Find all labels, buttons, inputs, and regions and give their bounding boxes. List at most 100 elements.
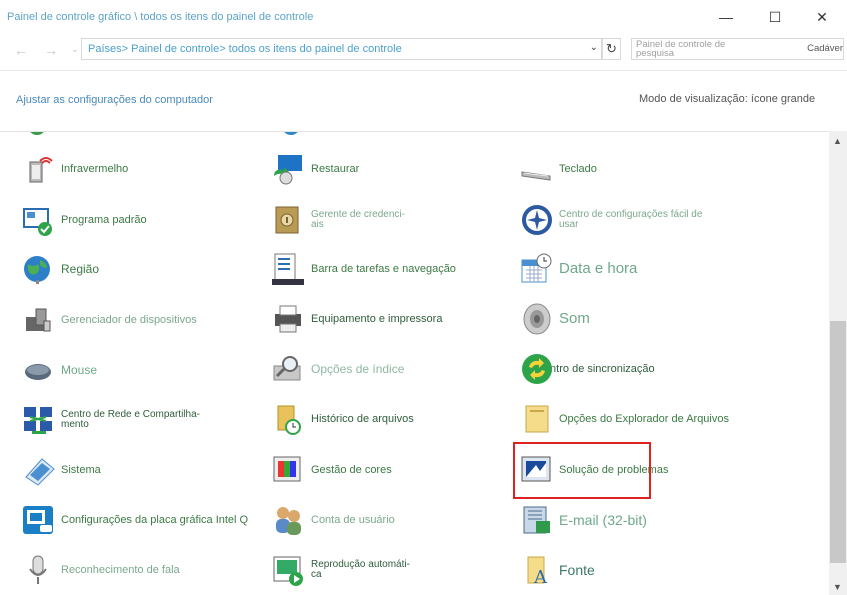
item-mail[interactable]: E-mail (32-bit) — [520, 498, 647, 542]
device-manager-icon — [26, 308, 51, 332]
indexing-icon — [273, 356, 301, 381]
view-mode-selector[interactable]: Modo de visualização: ícone grande — [639, 93, 815, 105]
item-file-history[interactable]: Histórico de arquivos — [272, 397, 414, 441]
back-arrow-icon[interactable]: ← — [14, 42, 28, 58]
close-button[interactable]: ✕ — [799, 0, 845, 34]
item-speech-recognition[interactable]: Reconhecimento de fala — [22, 548, 180, 592]
selection-highlight — [513, 442, 651, 499]
breadcrumb-item[interactable]: Países — [88, 43, 122, 55]
item-user-accounts[interactable]: Conta de usuário — [272, 498, 395, 542]
item-keyboard[interactable]: Teclado — [520, 147, 597, 191]
item-credential-manager[interactable]: Gerente de credenci- ais — [272, 198, 405, 242]
maximize-button[interactable]: ☐ — [752, 0, 798, 34]
item-label: Programa padrão — [61, 214, 147, 226]
speaker-icon — [523, 303, 551, 335]
item-label: Som — [559, 310, 590, 327]
item-label: Centro de configurações fácil de usar — [559, 209, 703, 230]
view-mode-label: Modo de visualização: — [639, 93, 748, 105]
ease-of-access-icon — [522, 205, 552, 235]
page-header: Ajustar as configurações do computador M… — [0, 71, 847, 131]
search-button[interactable]: Cadáver — [807, 43, 843, 54]
svg-text:A: A — [533, 567, 548, 587]
recent-locations-icon[interactable]: ⌄ — [71, 44, 79, 55]
window-title: Painel de controle gráfico \ todos os it… — [7, 11, 314, 23]
navigation-bar: ← → ⌄ Países> Painel de controle> todos … — [0, 34, 847, 68]
item-label: Opções do Explorador de Arquivos — [559, 413, 729, 425]
color-management-icon — [273, 456, 301, 482]
item-label: Barra de tarefas e navegação — [311, 263, 456, 275]
page-title: Ajustar as configurações do computador — [16, 94, 213, 106]
item-label: Sistema — [61, 464, 101, 476]
search-input[interactable]: Painel de controle de pesquisa Cadáver — [631, 38, 844, 60]
partial-icon — [530, 131, 552, 136]
item-region[interactable]: Região — [22, 247, 99, 291]
breadcrumb-item[interactable]: todos os itens do painel de controle — [229, 43, 402, 55]
item-system[interactable]: Sistema — [22, 448, 101, 492]
item-sound[interactable]: Som — [520, 297, 590, 341]
item-default-programs[interactable]: Programa padrão — [22, 198, 147, 242]
item-label: Configurações da placa gráfica Intel Q — [61, 514, 249, 526]
item-indexing-options[interactable]: Opções de índice — [272, 347, 404, 391]
minimize-button[interactable]: — — [703, 0, 749, 34]
item-infrared[interactable]: Infravermelho — [22, 147, 128, 191]
item-mouse[interactable]: Mouse — [22, 348, 97, 392]
item-ease-of-access[interactable]: Centro de configurações fácil de usar — [520, 198, 702, 242]
item-sync-center[interactable]: Centro de sincronização — [520, 347, 655, 391]
item-network-center[interactable]: Centro de Rede e Compartilha- mento — [22, 398, 200, 442]
partial-icon — [284, 132, 298, 135]
scroll-up-arrow-icon[interactable]: ▲ — [833, 136, 842, 146]
item-label: Opções de índice — [311, 362, 405, 376]
calendar-clock-icon — [521, 253, 552, 283]
view-mode-value[interactable]: ícone grande — [751, 93, 815, 105]
refresh-button[interactable]: ↻ — [602, 38, 621, 60]
vertical-scrollbar[interactable]: ▲ ▼ — [829, 131, 847, 595]
item-label: Gerente de credenci- ais — [311, 209, 405, 230]
item-label: Mouse — [61, 363, 98, 377]
microphone-icon — [29, 555, 47, 584]
breadcrumb-item[interactable]: Painel de controle — [131, 43, 219, 55]
item-autoplay[interactable]: Reprodução automáti- ca — [272, 548, 410, 592]
item-label: Fonte — [559, 562, 595, 578]
control-panel-items: Infravermelho Programa padrão Região Ger… — [0, 131, 829, 595]
intel-graphics-icon — [23, 506, 53, 534]
item-device-manager[interactable]: Gerenciador de dispositivos — [22, 298, 197, 342]
keyboard-icon — [521, 171, 551, 181]
item-label: Histórico de arquivos — [311, 413, 414, 425]
item-label: Gestão de cores — [311, 464, 392, 476]
item-label: Conta de usuário — [311, 514, 395, 526]
scroll-down-arrow-icon[interactable]: ▼ — [833, 582, 842, 592]
item-label: Data e hora — [559, 260, 638, 277]
sync-center-icon — [522, 354, 552, 384]
search-placeholder: Painel de controle de pesquisa — [636, 39, 726, 59]
item-color-management[interactable]: Gestão de cores — [272, 448, 392, 492]
item-fonts[interactable]: A Fonte — [520, 548, 595, 592]
chevron-down-icon[interactable]: ⌄ — [590, 42, 598, 53]
item-label: Reconhecimento de fala — [61, 564, 180, 576]
mouse-icon — [25, 364, 51, 380]
mail-icon — [523, 506, 550, 534]
address-bar[interactable]: Países> Painel de controle> todos os ite… — [81, 38, 602, 60]
item-label: Gerenciador de dispositivos — [61, 314, 197, 326]
item-label: E-mail (32-bit) — [559, 512, 647, 528]
item-label: Centro de Rede e Compartilha- mento — [61, 409, 200, 430]
fonts-icon: A — [527, 556, 548, 587]
partial-icon — [30, 132, 44, 135]
title-bar: Painel de controle gráfico \ todos os it… — [0, 0, 847, 34]
item-label: Região — [61, 262, 100, 276]
item-label: Restaurar — [311, 163, 360, 175]
printer-icon — [275, 305, 301, 333]
item-restore[interactable]: Restaurar — [272, 147, 359, 191]
item-devices-printers[interactable]: Equipamento e impressora — [272, 297, 442, 341]
forward-arrow-icon[interactable]: → — [44, 42, 58, 58]
item-date-time[interactable]: Data e hora — [520, 247, 637, 291]
item-intel-graphics[interactable]: Configurações da placa gráfica Intel Q — [22, 498, 248, 542]
item-taskbar[interactable]: Barra de tarefas e navegação — [272, 247, 456, 291]
folder-options-icon — [525, 405, 549, 433]
restore-icon — [274, 155, 302, 185]
item-folder-options[interactable]: Opções do Explorador de Arquivos — [520, 397, 729, 441]
default-programs-icon — [23, 208, 52, 236]
system-icon — [25, 458, 55, 486]
network-center-icon — [24, 407, 52, 434]
taskbar-icon — [272, 253, 304, 285]
scrollbar-thumb[interactable] — [830, 321, 846, 563]
